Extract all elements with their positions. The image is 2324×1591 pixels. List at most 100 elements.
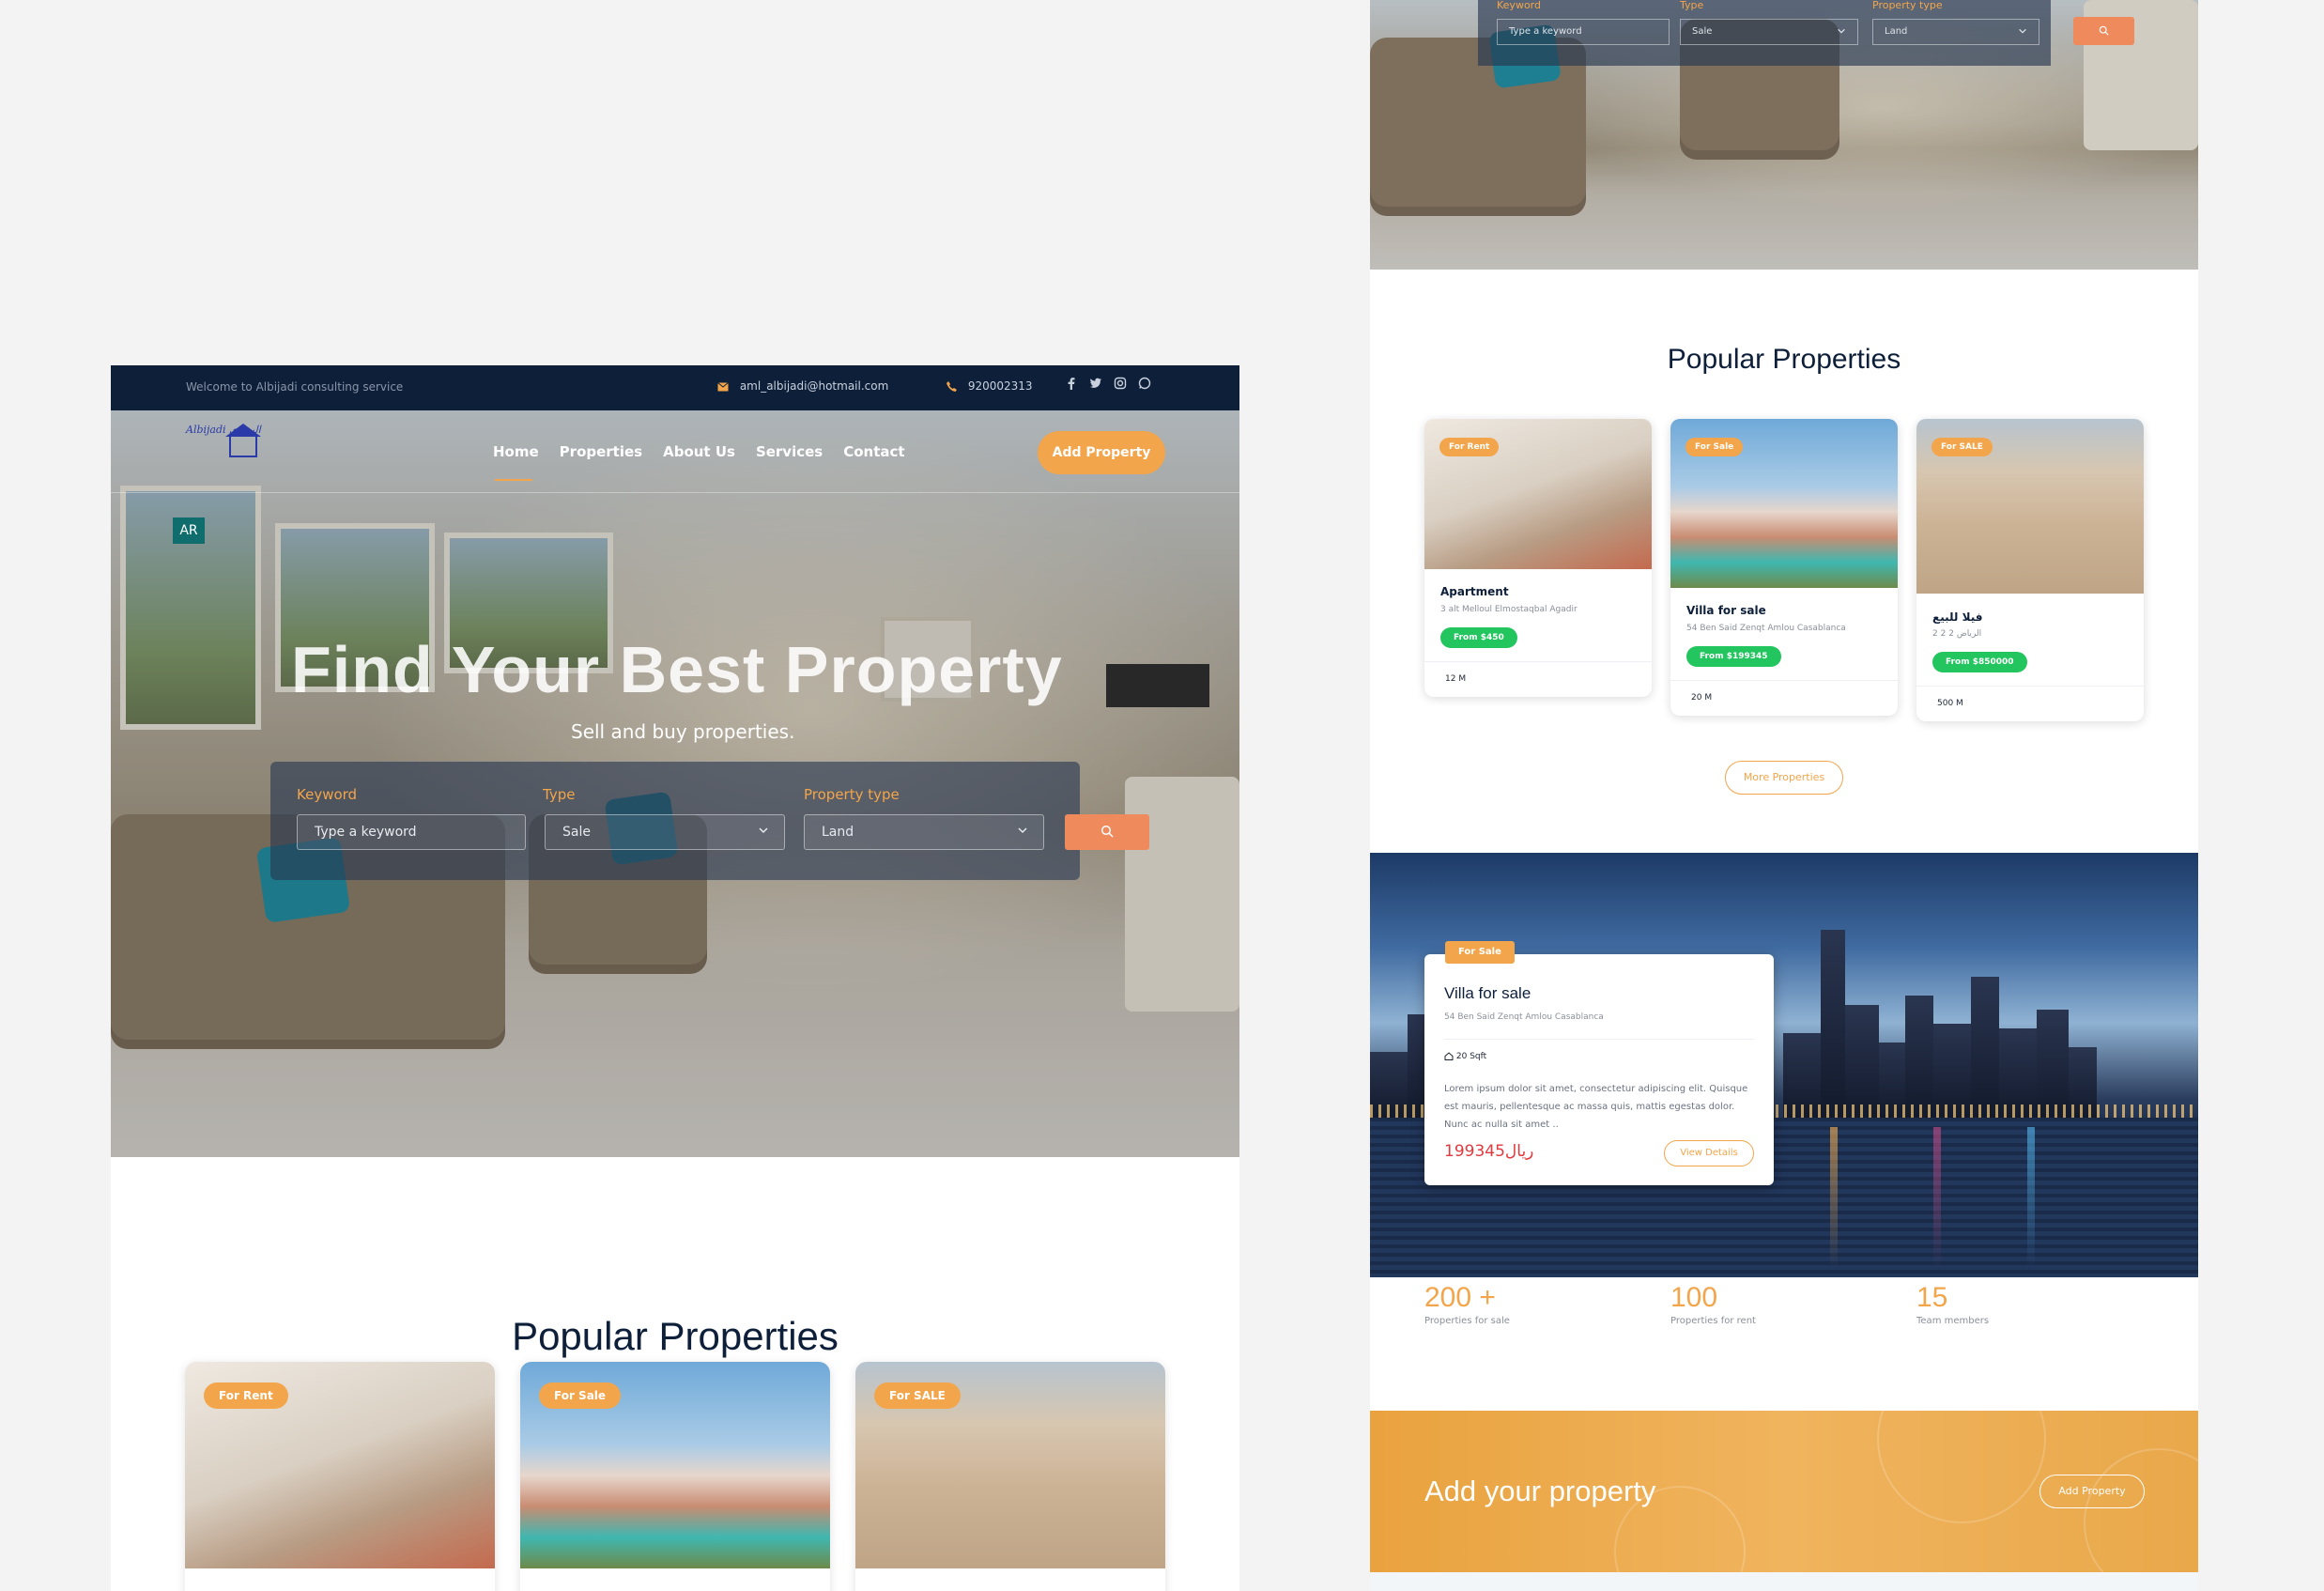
featured-title: Villa for sale (1444, 984, 1531, 1002)
keyword-label: Keyword (1497, 0, 1541, 11)
email-text: aml_albijadi@hotmail.com (739, 379, 889, 393)
featured-description: Lorem ipsum dolor sit amet, consectetur … (1444, 1084, 1748, 1130)
home-icon (1444, 1052, 1454, 1060)
price-tag: From $450 (1440, 627, 1517, 648)
type-label: Type (543, 786, 576, 803)
property-title: فيلا للبيع (1932, 610, 1983, 624)
property-card[interactable]: For Rent (185, 1362, 495, 1591)
property-title: Villa for sale (1686, 604, 1766, 617)
phone-link[interactable]: 920002313 (947, 379, 1033, 393)
nav-about-us[interactable]: About Us (663, 443, 735, 460)
property-card[interactable]: For SALE (855, 1362, 1165, 1591)
view-details-button[interactable]: View Details (1664, 1140, 1754, 1166)
search-icon (2099, 25, 2109, 36)
search-button[interactable] (1065, 814, 1149, 850)
main-navbar: Albijadi البجادي Home Properties About U… (111, 410, 1239, 493)
property-type-select-value: Land (1885, 26, 1908, 37)
stat-number: 200 + (1424, 1282, 1496, 1313)
phone-text: 920002313 (967, 379, 1033, 393)
featured-section: For Sale Villa for sale 54 Ben Said Zenq… (1370, 853, 2198, 1277)
property-card[interactable]: For Sale (520, 1362, 830, 1591)
search-panel: Keyword Type Property type Type a keywor… (1478, 0, 2051, 66)
chevron-down-icon (2019, 28, 2026, 34)
keyword-input[interactable]: Type a keyword (297, 814, 526, 850)
nav-contact[interactable]: Contact (843, 443, 904, 460)
chevron-down-icon (759, 827, 768, 834)
social-links (1065, 377, 1151, 390)
popular-properties-title: Popular Properties (512, 1314, 839, 1358)
stat-number: 15 (1916, 1282, 1948, 1313)
type-label: Type (1680, 0, 1704, 11)
popular-properties-title: Popular Properties (1667, 344, 1901, 375)
keyword-input[interactable]: Type a keyword (1497, 19, 1670, 45)
featured-price: 199345ريال (1444, 1142, 1534, 1161)
property-address: 3 alt Melloul Elmostaqbal Agadir (1440, 605, 1578, 614)
stat-item: 15 Team members (1916, 1282, 1989, 1326)
chevron-down-icon (1018, 827, 1027, 834)
nav-menu: Home Properties About Us Services Contac… (493, 443, 905, 481)
language-switch-button[interactable]: AR (173, 517, 205, 544)
stat-label: Team members (1916, 1316, 1990, 1326)
site-logo[interactable]: Albijadi البجادي (186, 424, 299, 465)
status-badge: For Rent (204, 1382, 288, 1409)
property-type-label: Property type (804, 786, 900, 803)
property-type-select-value: Land (822, 825, 854, 840)
featured-property-card: For Sale Villa for sale 54 Ben Said Zenq… (1424, 941, 1774, 1185)
nav-services[interactable]: Services (756, 443, 823, 460)
hero-title: Find Your Best Property (291, 633, 1063, 706)
instagram-icon[interactable] (1114, 377, 1127, 390)
featured-address: 54 Ben Said Zenqt Amlou Casablanca (1444, 1012, 1604, 1022)
cta-add-property-button[interactable]: Add Property (2039, 1475, 2145, 1508)
status-badge: For Rent (1439, 438, 1500, 456)
stat-item: 100 Properties for rent (1670, 1282, 1756, 1326)
scrolled-page-preview: Keyword Type Property type Type a keywor… (1370, 0, 2198, 1591)
property-card[interactable]: For SALE فيلا للبيع الرياض 2 2 2 From $8… (1916, 419, 2144, 721)
type-select-value: Sale (1692, 26, 1713, 37)
stat-number: 100 (1670, 1282, 1718, 1313)
logo-house-icon (225, 424, 261, 457)
desktop-page-preview: Welcome to Albijadi consulting service a… (111, 365, 1239, 1591)
property-address: الرياض 2 2 2 (1932, 629, 1982, 639)
featured-area-value: 20 Sqft (1455, 1052, 1487, 1061)
cta-title: Add your property (1424, 1475, 1656, 1507)
area-value: 12 M (1445, 674, 1467, 684)
welcome-text: Welcome to Albijadi consulting service (186, 380, 404, 394)
price-tag: From $199345 (1686, 646, 1781, 667)
featured-area: 20 Sqft (1444, 1052, 1486, 1061)
stat-label: Properties for rent (1670, 1316, 1756, 1326)
property-type-select[interactable]: Land (804, 814, 1044, 850)
keyword-label: Keyword (297, 786, 358, 803)
type-select[interactable]: Sale (545, 814, 785, 850)
more-properties-button[interactable]: More Properties (1725, 761, 1843, 795)
property-type-select[interactable]: Land (1872, 19, 2039, 45)
keyword-placeholder: Type a keyword (1509, 26, 1582, 37)
search-icon (1100, 825, 1114, 838)
status-badge: For Sale (539, 1382, 622, 1409)
whatsapp-icon[interactable] (1138, 377, 1151, 390)
nav-properties[interactable]: Properties (560, 443, 642, 460)
stat-item: 200 + Properties for sale (1424, 1282, 1510, 1326)
status-badge: For Sale (1445, 941, 1515, 964)
status-badge: For SALE (874, 1382, 961, 1409)
phone-icon (947, 379, 961, 393)
stat-label: Properties for sale (1424, 1316, 1510, 1326)
hero-subtitle: Sell and buy properties. (571, 720, 795, 743)
mail-icon (717, 379, 732, 393)
property-card[interactable]: For Sale Villa for sale 54 Ben Said Zenq… (1670, 419, 1898, 716)
email-link[interactable]: aml_albijadi@hotmail.com (717, 379, 888, 393)
twitter-icon[interactable] (1089, 377, 1102, 390)
property-card[interactable]: For Rent Apartment 3 alt Melloul Elmosta… (1424, 419, 1652, 697)
add-property-button[interactable]: Add Property (1038, 431, 1165, 474)
status-badge: For SALE (1932, 438, 1993, 456)
status-badge: For Sale (1685, 438, 1744, 456)
top-info-bar: Welcome to Albijadi consulting service a… (111, 365, 1239, 410)
search-button[interactable] (2073, 17, 2134, 45)
type-select[interactable]: Sale (1680, 19, 1858, 45)
facebook-icon[interactable] (1065, 377, 1078, 390)
nav-home[interactable]: Home (493, 443, 539, 481)
property-address: 54 Ben Said Zenqt Amlou Casablanca (1686, 624, 1846, 633)
add-property-cta: Add your property Add Property (1370, 1411, 2198, 1572)
keyword-placeholder: Type a keyword (315, 825, 417, 840)
price-tag: From $850000 (1932, 652, 2027, 672)
hero-section: Albijadi البجادي Home Properties About U… (111, 410, 1239, 1157)
